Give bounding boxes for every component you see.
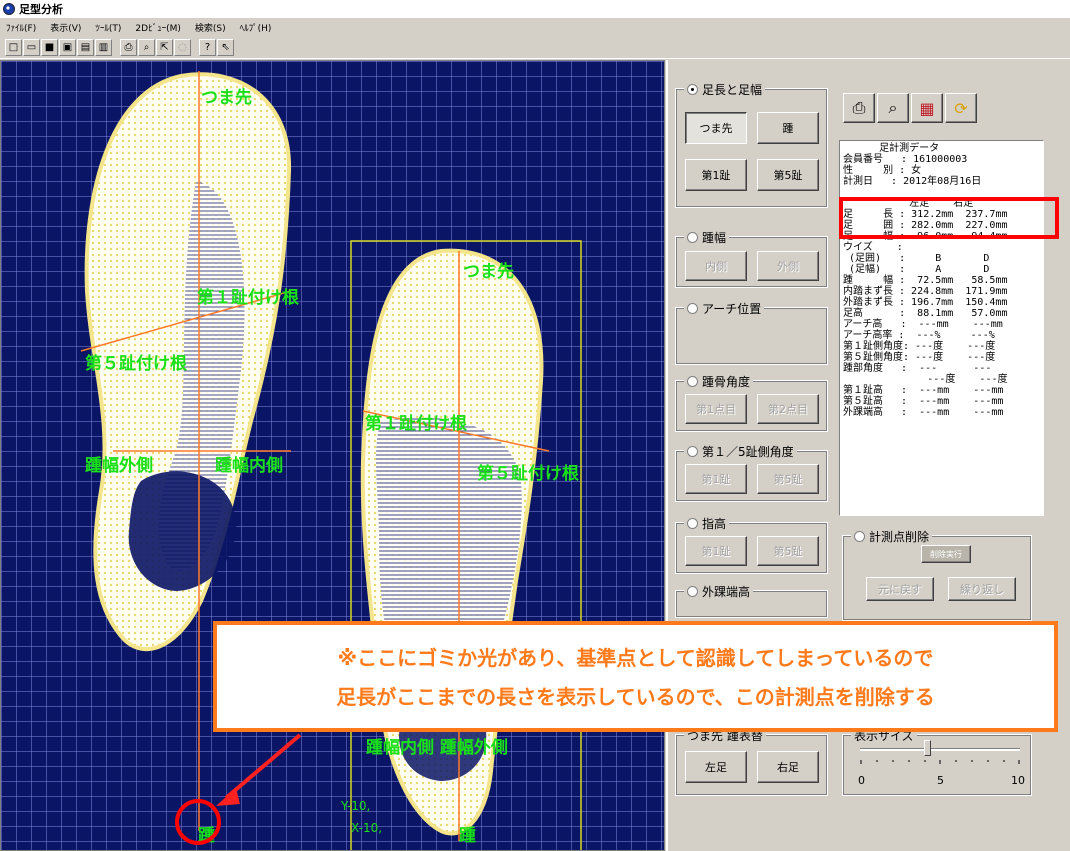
callout-line-2: 足長がここまでの長さを表示しているので、この計測点を削除する <box>336 685 935 709</box>
annotation-callout: ※ここにゴミか光があり、基準点として認識してしまっているので 足長がここまでの長… <box>213 621 1058 732</box>
callout-line-1: ※ここにゴミか光があり、基準点として認識してしまっているので <box>337 646 934 670</box>
annotation-arrowhead <box>216 788 240 806</box>
heel-point-circle <box>175 799 221 845</box>
annotation-arrow <box>224 733 302 800</box>
